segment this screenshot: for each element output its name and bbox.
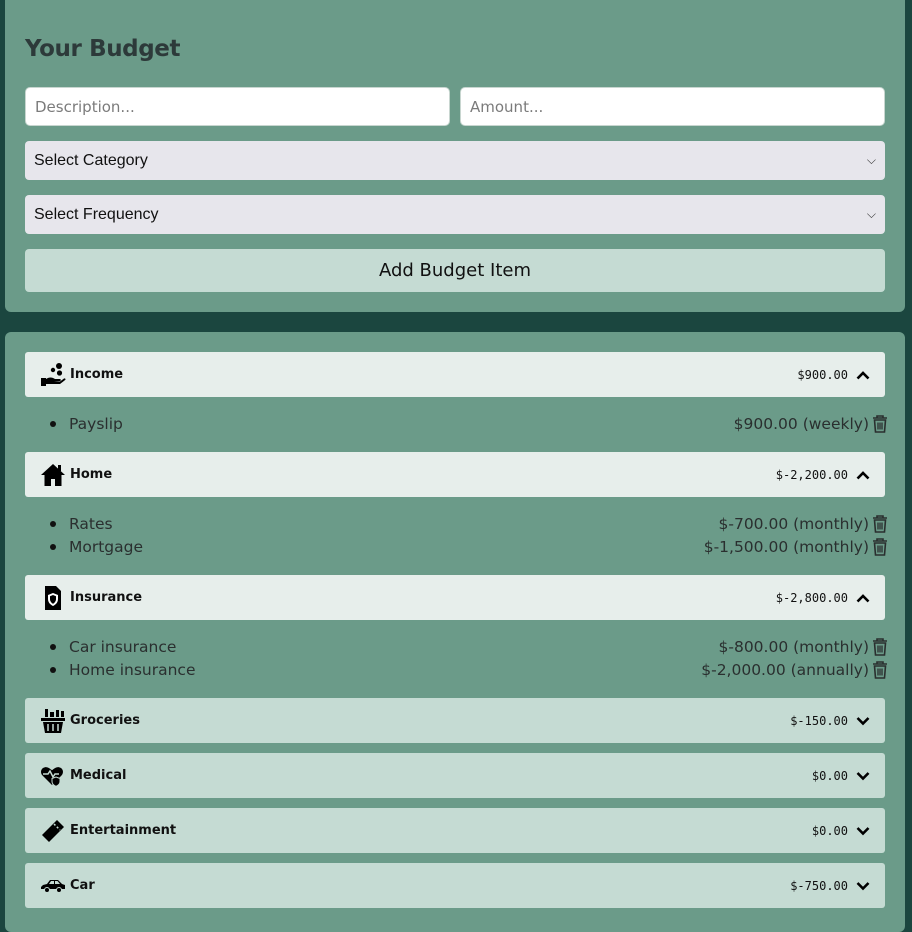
category-total: $-750.00	[790, 878, 848, 893]
category-header-income[interactable]: Income $900.00	[25, 352, 885, 397]
chevron-down-icon: ⌵	[866, 207, 876, 221]
trash-icon[interactable]	[870, 660, 890, 680]
car-icon	[39, 872, 67, 900]
category-header-insurance[interactable]: Insurance $-2,800.00	[25, 575, 885, 620]
category-name: Car	[70, 878, 95, 893]
list-item: Rates $-700.00 (monthly)	[50, 512, 890, 535]
list-item: Mortgage $-1,500.00 (monthly)	[50, 535, 890, 558]
category-name: Entertainment	[70, 823, 177, 838]
category-name: Insurance	[70, 590, 143, 605]
frequency-select[interactable]: Select Frequency ⌵	[25, 195, 885, 234]
item-amount: $-800.00 (monthly)	[718, 637, 870, 656]
page-title: Your Budget	[25, 36, 181, 62]
item-label: Home insurance	[69, 660, 196, 679]
category-total: $-2,200.00	[775, 467, 848, 482]
amount-input[interactable]	[460, 87, 885, 126]
category-name: Groceries	[70, 713, 140, 728]
category-select[interactable]: Select Category ⌵	[25, 141, 885, 180]
add-budget-item-button[interactable]: Add Budget Item	[25, 249, 885, 292]
chevron-down-icon[interactable]	[855, 878, 871, 894]
category-total: $-150.00	[790, 713, 848, 728]
category-total: $0.00	[811, 823, 848, 838]
budget-form-panel: Your Budget Select Category ⌵ Select Fre…	[5, 0, 905, 312]
bullet	[50, 520, 56, 527]
chevron-down-icon[interactable]	[855, 823, 871, 839]
item-label: Rates	[69, 514, 113, 533]
category-header-medical[interactable]: Medical $0.00	[25, 753, 885, 798]
list-item: Car insurance $-800.00 (monthly)	[50, 635, 890, 658]
item-label: Payslip	[69, 414, 123, 433]
item-amount: $-2,000.00 (annually)	[701, 660, 869, 679]
category-header-home[interactable]: Home $-2,200.00	[25, 452, 885, 497]
category-name: Income	[70, 367, 124, 382]
trash-icon[interactable]	[870, 537, 890, 557]
list-item: Payslip $900.00 (weekly)	[50, 412, 890, 435]
budget-list-panel: Income $900.00 Payslip $900.00 (weekly) …	[5, 332, 905, 932]
category-total: $-2,800.00	[775, 590, 848, 605]
item-amount: $-1,500.00 (monthly)	[703, 537, 869, 556]
bullet	[50, 643, 56, 650]
category-header-entertainment[interactable]: Entertainment $0.00	[25, 808, 885, 853]
item-label: Car insurance	[69, 637, 177, 656]
chevron-up-icon[interactable]	[855, 467, 871, 483]
trash-icon[interactable]	[870, 414, 890, 434]
category-name: Medical	[70, 768, 127, 783]
bullet	[50, 420, 56, 427]
category-total: $900.00	[797, 367, 848, 382]
medical-icon	[39, 762, 67, 790]
category-select-value: Select Category	[34, 151, 148, 169]
ticket-icon	[39, 817, 67, 845]
chevron-up-icon[interactable]	[855, 367, 871, 383]
chevron-down-icon[interactable]	[855, 768, 871, 784]
trash-icon[interactable]	[870, 637, 890, 657]
category-header-groceries[interactable]: Groceries $-150.00	[25, 698, 885, 743]
groceries-icon	[39, 707, 67, 735]
category-header-car[interactable]: Car $-750.00	[25, 863, 885, 908]
chevron-down-icon: ⌵	[866, 153, 876, 167]
category-total: $0.00	[811, 768, 848, 783]
bullet	[50, 543, 56, 550]
chevron-down-icon[interactable]	[855, 713, 871, 729]
chevron-up-icon[interactable]	[855, 590, 871, 606]
category-name: Home	[70, 467, 113, 482]
bullet	[50, 666, 56, 673]
income-icon	[39, 361, 67, 389]
item-label: Mortgage	[69, 537, 144, 556]
frequency-select-value: Select Frequency	[34, 205, 159, 223]
description-input[interactable]	[25, 87, 450, 126]
insurance-icon	[39, 584, 67, 612]
item-amount: $-700.00 (monthly)	[718, 514, 870, 533]
item-amount: $900.00 (weekly)	[733, 414, 869, 433]
home-icon	[39, 461, 67, 489]
trash-icon[interactable]	[870, 514, 890, 534]
list-item: Home insurance $-2,000.00 (annually)	[50, 658, 890, 681]
